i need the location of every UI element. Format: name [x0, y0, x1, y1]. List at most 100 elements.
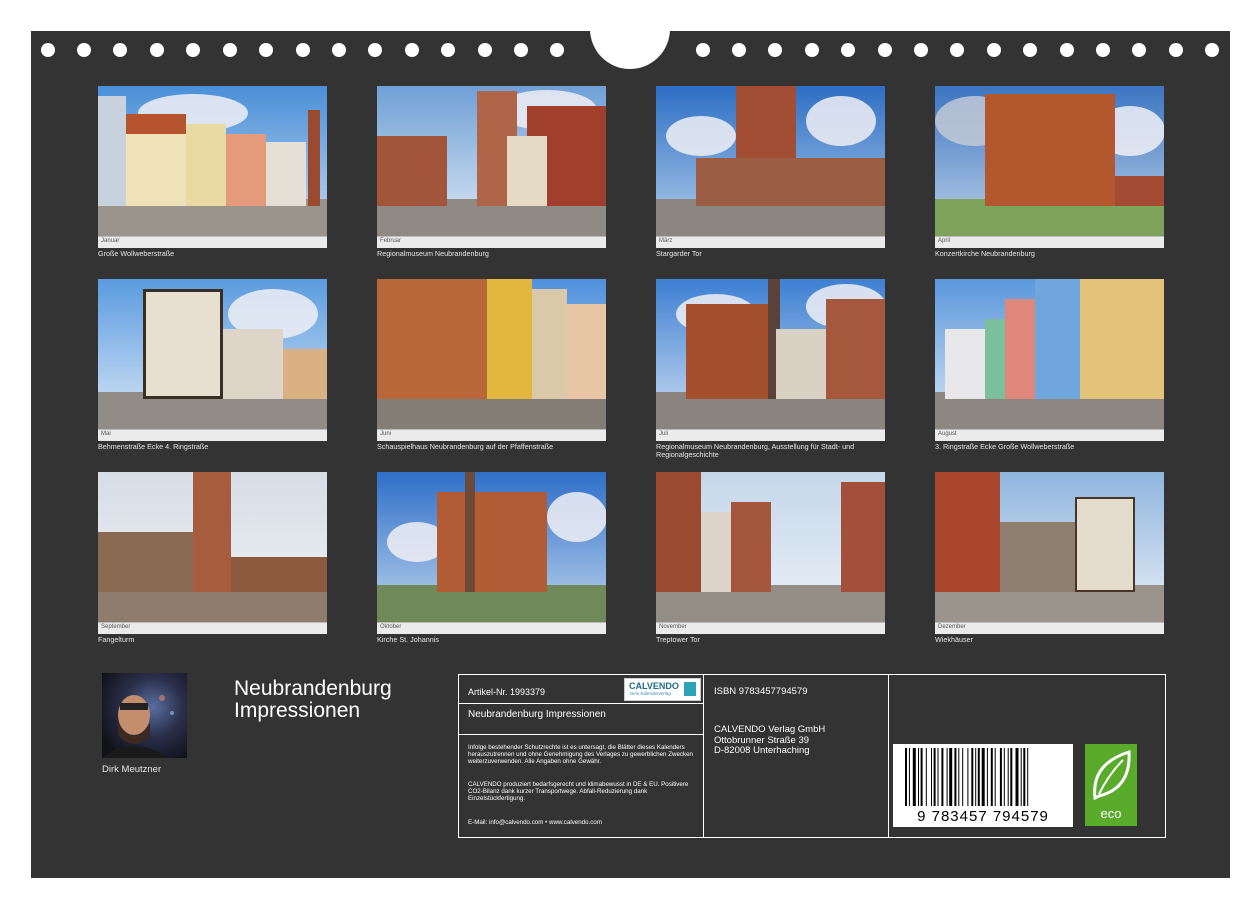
photo-tile: März Stargarder Tor: [656, 86, 885, 258]
month-label: November: [659, 624, 687, 630]
contact-info: E-Mail: info@calvendo.com • www.calvendo…: [468, 819, 602, 826]
binding-hole: [914, 43, 928, 57]
photo-caption: Behmenstraße Ecke 4. Ringstraße: [98, 442, 209, 451]
binding-hole: [441, 43, 455, 57]
product-title: Neubrandenburg Impressionen: [468, 709, 606, 720]
photo: April: [935, 86, 1164, 248]
binding-hole: [1096, 43, 1110, 57]
binding-hole: [950, 43, 964, 57]
photo-caption: Konzertkirche Neubrandenburg: [935, 249, 1035, 258]
author-name: Dirk Meutzner: [102, 764, 162, 775]
hanger-notch: [590, 21, 670, 69]
barcode: 9 783457 794579: [893, 744, 1073, 827]
photo-tile: Dezember Wiekhäuser: [935, 472, 1164, 644]
photo-caption: Regionalmuseum Neubrandenburg: [377, 249, 489, 258]
photo: November: [656, 472, 885, 634]
title-line-1: Neubrandenburg: [234, 677, 392, 700]
calvendo-tagline: Dein Kalenderverlag: [630, 691, 671, 696]
eco-badge: eco: [1085, 744, 1137, 826]
calvendo-mark-icon: [684, 682, 696, 696]
binding-hole: [368, 43, 382, 57]
photo: Januar: [98, 86, 327, 248]
photo-tile: September Fangelturm: [98, 472, 327, 644]
photo: Juli: [656, 279, 885, 441]
photo-caption: Fangelturm: [98, 635, 135, 644]
photo-tile: Oktober Kirche St. Johannis: [377, 472, 606, 644]
binding-hole: [332, 43, 346, 57]
binding-hole: [41, 43, 55, 57]
binding-hole: [514, 43, 528, 57]
photo-caption: Regionalmuseum Neubrandenburg, Ausstellu…: [656, 442, 855, 459]
month-label: August: [938, 431, 957, 437]
leaf-icon: [1093, 749, 1131, 801]
binding-hole: [1132, 43, 1146, 57]
binding-hole: [841, 43, 855, 57]
binding-hole: [259, 43, 273, 57]
photo-caption: Große Wollweberstraße: [98, 249, 175, 258]
photo-caption: Wiekhäuser: [935, 635, 973, 644]
barcode-bars: [905, 748, 1029, 806]
calendar-back-page: Januar Große Wollweberstraße Februar Reg…: [31, 21, 1230, 878]
barcode-digits: 9 783457 794579: [917, 808, 1049, 825]
photo-tile: Mai Behmenstraße Ecke 4. Ringstraße: [98, 279, 327, 451]
binding-hole: [113, 43, 127, 57]
binding-hole: [1023, 43, 1037, 57]
photo-tile: Februar Regionalmuseum Neubrandenburg: [377, 86, 606, 258]
binding-hole: [805, 43, 819, 57]
binding-hole: [1060, 43, 1074, 57]
photo: März: [656, 86, 885, 248]
month-label: September: [101, 624, 131, 630]
binding-hole: [550, 43, 564, 57]
publisher-name: CALVENDO Verlag GmbH: [714, 724, 826, 735]
binding-hole: [987, 43, 1001, 57]
binding-hole: [1205, 43, 1219, 57]
photo-tile: April Konzertkirche Neubrandenburg: [935, 86, 1164, 258]
photo-caption: 3. Ringstraße Ecke Große Wollweberstraße: [935, 442, 1075, 451]
month-label: Dezember: [938, 624, 966, 630]
isbn: ISBN 9783457794579: [714, 686, 808, 697]
photo-caption: Stargarder Tor: [656, 249, 702, 258]
photo: Juni: [377, 279, 606, 441]
photo-caption: Treptower Tor: [656, 635, 700, 644]
binding-hole: [223, 43, 237, 57]
binding-hole: [405, 43, 419, 57]
photo-tile: August 3. Ringstraße Ecke Große Wollwebe…: [935, 279, 1164, 451]
binding-hole: [696, 43, 710, 57]
legal-notice: Infolge bestehender Schutzrechte ist es …: [468, 744, 693, 765]
calendar-title: Neubrandenburg Impressionen: [234, 678, 444, 722]
month-label: April: [938, 238, 951, 244]
photo: Dezember: [935, 472, 1164, 634]
photo-tile: Januar Große Wollweberstraße: [98, 86, 327, 258]
month-label: Juni: [380, 431, 392, 437]
publisher-city: D-82008 Unterhaching: [714, 745, 810, 756]
month-label: Februar: [380, 238, 402, 244]
photo: September: [98, 472, 327, 634]
photo: Mai: [98, 279, 327, 441]
photo: Oktober: [377, 472, 606, 634]
calvendo-logo-text: CALVENDO: [629, 681, 679, 691]
binding-hole: [478, 43, 492, 57]
binding-hole: [186, 43, 200, 57]
climate-notice: CALVENDO produziert bedarfsgerecht und k…: [468, 781, 689, 802]
binding-hole: [150, 43, 164, 57]
title-line-2: Impressionen: [234, 699, 361, 722]
binding-hole: [878, 43, 892, 57]
binding-hole: [768, 43, 782, 57]
binding-hole: [1169, 43, 1183, 57]
divider: [458, 734, 704, 735]
month-label: Januar: [101, 238, 120, 244]
photo-tile: Juli Regionalmuseum Neubrandenburg, Auss…: [656, 279, 885, 459]
month-label: Mai: [101, 431, 111, 437]
article-number: Artikel-Nr. 1993379: [468, 687, 546, 697]
binding-hole: [296, 43, 310, 57]
photo: August: [935, 279, 1164, 441]
binding-hole: [77, 43, 91, 57]
author-portrait: [102, 673, 187, 758]
photo-caption: Kirche St. Johannis: [377, 635, 439, 644]
photo-tile: November Treptower Tor: [656, 472, 885, 644]
calvendo-logo: CALVENDO Dein Kalenderverlag: [624, 678, 701, 701]
photo: Februar: [377, 86, 606, 248]
eco-label: eco: [1100, 806, 1122, 821]
publisher-address: CALVENDO Verlag GmbH Ottobrunner Straße …: [714, 724, 826, 757]
photo-tile: Juni Schauspielhaus Neubrandenburg auf d…: [377, 279, 606, 451]
